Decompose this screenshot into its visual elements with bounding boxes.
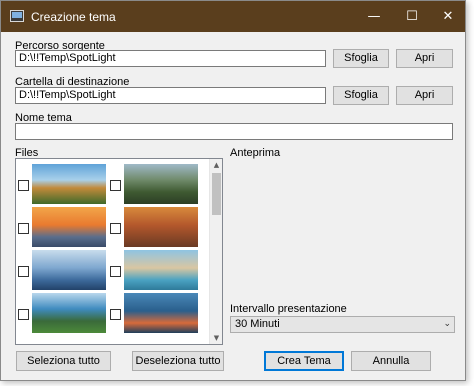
destination-open-button[interactable]: Apri <box>396 86 453 105</box>
file-checkbox[interactable] <box>110 223 121 234</box>
files-list[interactable]: ▲ ▼ <box>15 158 223 345</box>
app-icon <box>10 10 24 22</box>
file-checkbox[interactable] <box>110 309 121 320</box>
landscape-thumbnail-crater-lake <box>32 293 106 333</box>
create-theme-dialog: Creazione tema — ☐ ✕ Percorso sorgente D… <box>0 0 466 381</box>
landscape-thumbnail-lighthouse <box>32 250 106 290</box>
landscape-thumbnail-canyon <box>124 207 198 247</box>
interval-select[interactable]: 30 Minuti ⌄ <box>230 316 455 333</box>
files-list-content <box>16 159 208 344</box>
preview-label: Anteprima <box>230 147 281 159</box>
scroll-down-icon[interactable]: ▼ <box>210 332 222 344</box>
file-checkbox[interactable] <box>110 180 121 191</box>
destination-folder-input[interactable]: D:\!!Temp\SpotLight <box>15 87 326 104</box>
title-bar[interactable]: Creazione tema — ☐ ✕ <box>1 1 465 32</box>
landscape-thumbnail-mountain-road <box>124 164 198 204</box>
file-checkbox[interactable] <box>18 180 29 191</box>
file-checkbox[interactable] <box>18 223 29 234</box>
window-title: Creazione tema <box>31 10 116 24</box>
files-scrollbar[interactable]: ▲ ▼ <box>209 159 222 344</box>
deselect-all-button[interactable]: Deseleziona tutto <box>132 351 224 371</box>
scrollbar-thumb[interactable] <box>212 173 221 215</box>
source-path-input[interactable]: D:\!!Temp\SpotLight <box>15 50 326 67</box>
file-checkbox[interactable] <box>18 266 29 277</box>
landscape-thumbnail-sunset-rock <box>32 207 106 247</box>
preview-area <box>230 159 455 299</box>
landscape-thumbnail-beach <box>124 250 198 290</box>
scroll-up-icon[interactable]: ▲ <box>210 159 222 171</box>
create-theme-button[interactable]: Crea Tema <box>264 351 344 371</box>
chevron-down-icon: ⌄ <box>443 319 451 329</box>
select-all-button[interactable]: Seleziona tutto <box>16 351 111 371</box>
cancel-button[interactable]: Annulla <box>351 351 431 371</box>
source-browse-button[interactable]: Sfoglia <box>333 49 389 68</box>
file-checkbox[interactable] <box>18 309 29 320</box>
destination-browse-button[interactable]: Sfoglia <box>333 86 389 105</box>
close-button[interactable]: ✕ <box>431 1 465 32</box>
source-open-button[interactable]: Apri <box>396 49 453 68</box>
interval-label: Intervallo presentazione <box>230 303 347 315</box>
landscape-thumbnail-autumn-hills <box>32 164 106 204</box>
landscape-thumbnail-coast <box>124 293 198 333</box>
file-checkbox[interactable] <box>110 266 121 277</box>
theme-name-input[interactable] <box>15 123 453 140</box>
minimize-button[interactable]: — <box>357 1 391 32</box>
maximize-button[interactable]: ☐ <box>395 1 429 32</box>
interval-selected-value: 30 Minuti <box>235 318 280 330</box>
